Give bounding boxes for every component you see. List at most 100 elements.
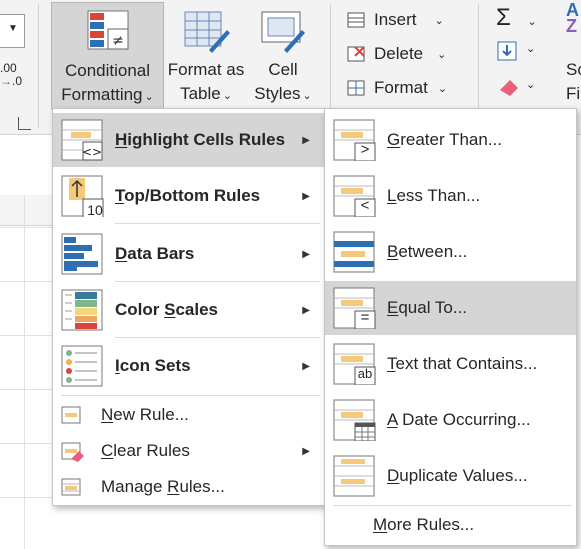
menu-item-manage-rules[interactable]: Manage Rules... — [53, 469, 324, 505]
grid-line — [0, 497, 60, 498]
conditional-formatting-icon: ≠ — [87, 10, 129, 50]
cs-label-line1: Cell — [268, 60, 298, 79]
submenu-arrow-icon: ▶ — [302, 190, 310, 202]
submenu-item-more-rules[interactable]: More Rules... — [325, 507, 576, 543]
fill-button[interactable]: ⌄ — [496, 40, 535, 67]
between-label: Between... — [387, 242, 467, 262]
label-rest: lear Rules — [113, 441, 190, 460]
mnemonic-c: C — [101, 441, 114, 460]
insert-cells-icon — [347, 12, 365, 28]
menu-item-data-bars[interactable]: Data Bars ▶ — [53, 227, 324, 281]
number-format-dropdown[interactable]: ▼ — [0, 14, 25, 48]
mnemonic-h: H — [115, 130, 128, 149]
date-occurring-label: A Date Occurring... — [387, 410, 531, 430]
menu-item-clear-rules[interactable]: Clear Rules ▶ — [53, 433, 324, 469]
less-than-label: Less Than... — [387, 186, 480, 206]
sort-z-letter: Z — [566, 16, 577, 36]
cell-styles-button[interactable]: Cell Styles ⌄ — [250, 2, 316, 108]
chevron-down-icon: ⌄ — [526, 43, 536, 55]
chevron-down-icon: ⌄ — [434, 14, 444, 27]
conditional-formatting-button[interactable]: ≠ Conditional Formatting ⌄ — [51, 2, 164, 110]
greater-than-label: Greater Than... — [387, 130, 502, 150]
fat-label-line2: Table — [180, 84, 221, 103]
data-bars-label: Data Bars — [115, 244, 194, 264]
label-rest: ew Rule... — [113, 405, 189, 424]
mnemonic-t: T — [115, 186, 125, 205]
eraser-icon — [500, 80, 518, 96]
sort-filter-label: Sc Fil — [566, 58, 581, 106]
label-pre: Color — [115, 300, 165, 319]
mnemonic-b: B — [387, 242, 399, 261]
highlight-cells-rules-icon: <> — [61, 119, 103, 161]
label-rest: ess Than... — [396, 186, 481, 205]
label-rest: etween... — [398, 242, 468, 261]
decimal-label: .00 — [0, 61, 17, 75]
mnemonic-s: S — [164, 300, 176, 319]
grid-line — [0, 443, 60, 444]
label-rest: Date Occurring... — [397, 410, 531, 429]
cf-label-line2: Formatting — [61, 85, 143, 104]
delete-button[interactable]: Delete ⌄ — [346, 40, 446, 68]
text-contains-label: Text that Contains... — [387, 354, 537, 374]
highlight-cells-rules-label: Highlight Cells Rules — [115, 130, 285, 150]
svg-text:≠: ≠ — [112, 33, 124, 49]
new-rule-icon — [61, 406, 81, 424]
fat-label-line1: Format as — [167, 60, 245, 79]
submenu-item-greater-than[interactable]: > Greater Than... — [325, 113, 576, 167]
icon-sets-icon — [61, 345, 103, 387]
label-rest: reater Than... — [400, 130, 502, 149]
highlight-cells-rules-submenu: > Greater Than... < Less Than... Between… — [324, 108, 577, 546]
between-icon — [333, 231, 375, 273]
submenu-item-less-than[interactable]: < Less Than... — [325, 169, 576, 223]
format-cells-icon — [347, 80, 365, 96]
mnemonic-n: N — [101, 405, 114, 424]
submenu-item-between[interactable]: Between... — [325, 225, 576, 279]
number-dialog-launcher[interactable] — [18, 117, 31, 130]
grid-line — [0, 389, 60, 390]
icon-sets-label: Icon Sets — [115, 356, 191, 376]
top-bottom-icon-number: 10 — [87, 202, 103, 218]
menu-separator — [333, 505, 572, 506]
submenu-item-equal-to[interactable]: = Equal To... — [325, 281, 576, 335]
autosum-button[interactable]: Σ ⌄ — [496, 4, 537, 32]
submenu-item-text-that-contains[interactable]: ab Text that Contains... — [325, 337, 576, 391]
label-rest: ules... — [179, 477, 225, 496]
menu-separator — [61, 395, 320, 396]
date-occurring-icon — [333, 399, 376, 441]
submenu-arrow-icon: ▶ — [302, 248, 310, 260]
increase-decimal-button[interactable]: .00 →.0 — [0, 62, 26, 88]
format-button[interactable]: Format ⌄ — [346, 74, 447, 102]
insert-button[interactable]: Insert ⌄ — [346, 6, 444, 34]
sort-filter-button[interactable]: A Z Sc Fil — [566, 1, 581, 106]
menu-item-highlight-cells-rules[interactable]: <> Highlight Cells Rules ▶ — [53, 113, 324, 167]
clear-button[interactable]: ⌄ — [496, 76, 535, 101]
label-rest: uplicate Values... — [399, 466, 528, 485]
label-rest: ext that Contains... — [395, 354, 538, 373]
format-label: Format — [374, 78, 428, 97]
cs-label-line2: Styles — [254, 84, 301, 103]
menu-item-color-scales[interactable]: Color Scales ▶ — [53, 283, 324, 337]
chevron-down-icon: ▼ — [8, 23, 18, 34]
chevron-down-icon: ⌄ — [222, 90, 232, 102]
menu-item-new-rule[interactable]: New Rule... — [53, 397, 324, 433]
grid-line — [0, 281, 60, 282]
menu-item-top-bottom-rules[interactable]: 10 Top/Bottom Rules ▶ — [53, 169, 324, 223]
submenu-item-date-occurring[interactable]: A Date Occurring... — [325, 393, 576, 447]
label-rest: ata Bars — [127, 244, 195, 263]
mnemonic-r: R — [167, 477, 180, 496]
menu-item-icon-sets[interactable]: Icon Sets ▶ — [53, 339, 324, 393]
group-divider — [38, 4, 39, 128]
submenu-item-duplicate-values[interactable]: Duplicate Values... — [325, 449, 576, 503]
color-scales-label: Color Scales — [115, 300, 218, 320]
clear-rules-icon — [61, 442, 84, 462]
format-as-table-button[interactable]: Format as Table ⌄ — [163, 2, 249, 108]
less-than-symbol: < — [360, 197, 370, 214]
svg-text:<>: <> — [82, 145, 102, 159]
label-rest: con Sets — [119, 356, 191, 375]
mnemonic-m: M — [373, 515, 388, 534]
label-rest: ighlight Cells Rules — [127, 130, 286, 149]
more-rules-label: More Rules... — [373, 515, 474, 535]
sort-label-partial: Sc — [566, 60, 581, 79]
label-rest: ore Rules... — [387, 515, 475, 534]
submenu-arrow-icon: ▶ — [302, 134, 310, 146]
